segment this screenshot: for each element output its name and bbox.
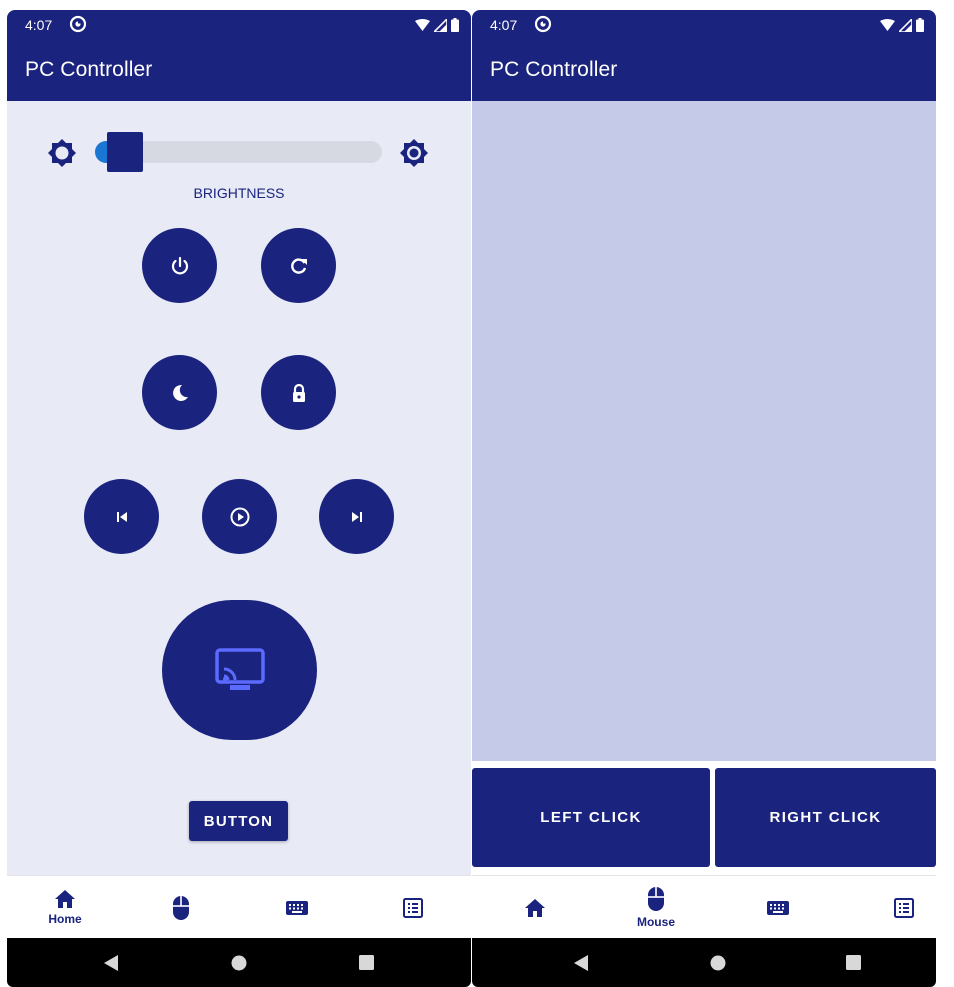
recents-icon[interactable] — [846, 955, 861, 970]
right-click-button[interactable]: RIGHT CLICK — [715, 768, 936, 867]
back-icon[interactable] — [104, 955, 118, 971]
button[interactable]: BUTTON — [189, 801, 288, 841]
nav-label-mouse: Mouse — [636, 915, 675, 929]
system-navigation-bar — [7, 938, 471, 987]
power-button[interactable] — [142, 228, 217, 303]
restart-button[interactable] — [261, 228, 336, 303]
home-circle-icon[interactable] — [231, 955, 247, 971]
play-button[interactable] — [202, 479, 277, 554]
status-bar: 4:07 — [7, 10, 471, 40]
nav-item-keyboard[interactable] — [720, 876, 836, 939]
bottom-navigation: Mouse — [472, 875, 936, 938]
nav-item-keyboard[interactable] — [239, 876, 355, 939]
app-bar: PC Controller — [7, 40, 471, 101]
battery-icon — [451, 18, 459, 32]
home-icon — [525, 898, 545, 917]
lock-icon — [292, 383, 305, 402]
brightness-high-icon — [399, 138, 429, 173]
nav-item-mouse[interactable]: Mouse — [598, 876, 714, 939]
status-time: 4:07 — [490, 17, 518, 33]
app-title: PC Controller — [25, 58, 153, 81]
keyboard-icon — [767, 900, 789, 915]
wifi-icon — [415, 19, 430, 31]
brightness-label: BRIGHTNESS — [193, 185, 285, 201]
home-circle-icon[interactable] — [710, 955, 726, 971]
cast-button[interactable] — [162, 600, 317, 740]
list-icon — [894, 897, 914, 918]
brightness-slider-thumb[interactable] — [107, 132, 143, 172]
nav-item-list[interactable] — [846, 876, 936, 939]
moon-icon — [172, 384, 188, 401]
system-navigation-bar — [472, 938, 936, 987]
wifi-icon — [880, 19, 895, 31]
power-icon — [171, 256, 188, 274]
skip-previous-icon — [116, 511, 127, 522]
system-icons — [415, 18, 459, 32]
nav-item-home[interactable]: Home — [7, 876, 123, 939]
recents-icon[interactable] — [359, 955, 374, 970]
signal-icon — [434, 18, 447, 32]
previous-button[interactable] — [84, 479, 159, 554]
nav-label-home: Home — [48, 912, 82, 926]
status-time: 4:07 — [25, 17, 53, 33]
app-title: PC Controller — [490, 58, 618, 81]
mouse-icon — [173, 895, 189, 920]
at-sign-icon — [69, 15, 87, 33]
mouse-screen: 4:07 PC Controller LEFT CLICK RIGHT CLIC… — [472, 0, 936, 987]
system-icons — [880, 18, 924, 32]
lock-button[interactable] — [261, 355, 336, 430]
bottom-navigation: Home — [7, 875, 471, 938]
play-circle-icon — [230, 507, 249, 526]
battery-icon — [916, 18, 924, 32]
home-icon — [55, 890, 75, 908]
at-sign-icon — [534, 15, 552, 33]
nav-item-home[interactable] — [477, 876, 593, 939]
brightness-low-icon — [47, 138, 77, 173]
status-bar: 4:07 — [472, 10, 936, 40]
skip-next-icon — [351, 511, 362, 522]
mouse-icon — [648, 887, 664, 911]
app-bar: PC Controller — [472, 40, 936, 101]
signal-icon — [899, 18, 912, 32]
home-screen: 4:07 PC Controller BRIGHTNESS BUTTON Hom… — [7, 0, 471, 987]
nav-item-list[interactable] — [355, 876, 471, 939]
nav-item-mouse[interactable] — [123, 876, 239, 939]
touchpad-area[interactable] — [472, 101, 936, 761]
sleep-button[interactable] — [142, 355, 217, 430]
restart-icon — [290, 257, 307, 274]
next-button[interactable] — [319, 479, 394, 554]
left-click-button[interactable]: LEFT CLICK — [472, 768, 710, 867]
cast-icon — [214, 648, 265, 690]
list-icon — [403, 897, 423, 918]
back-icon[interactable] — [574, 955, 588, 971]
keyboard-icon — [286, 900, 308, 915]
